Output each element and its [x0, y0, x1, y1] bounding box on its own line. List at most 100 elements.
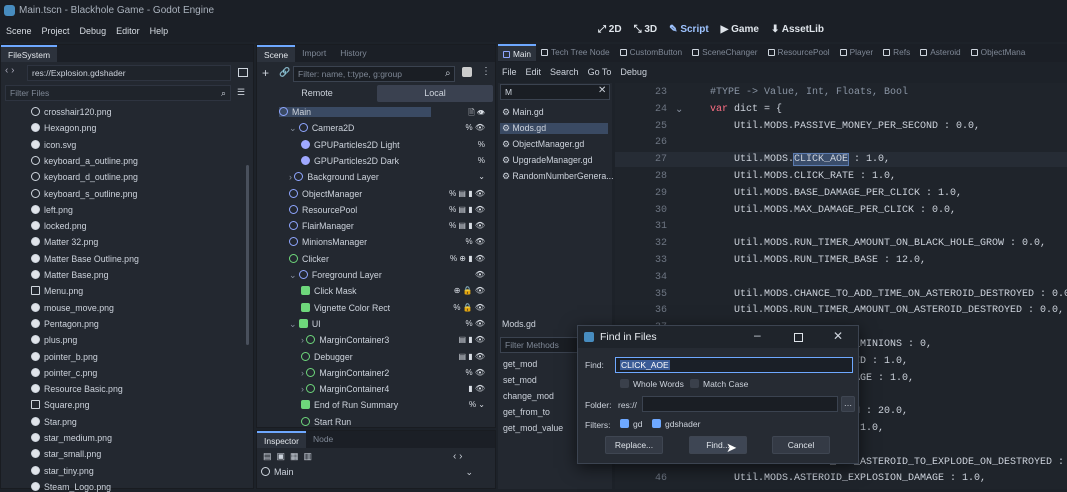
script-tab[interactable]: Player: [835, 44, 879, 61]
folder-input[interactable]: [642, 396, 838, 412]
file-item[interactable]: star_medium.png: [31, 433, 112, 443]
file-item[interactable]: Resource Basic.png: [31, 384, 123, 394]
scene-node[interactable]: Click Mask: [301, 286, 357, 296]
workspace-assetlib[interactable]: ⬇ AssetLib: [771, 24, 824, 35]
scene-node[interactable]: ⌄ Camera2D: [289, 123, 354, 134]
method-item[interactable]: set_mod: [503, 375, 537, 385]
path-field[interactable]: res://Explosion.gdshader: [27, 65, 231, 81]
file-item[interactable]: star_small.png: [31, 449, 101, 459]
script-tab[interactable]: CustomButton: [615, 44, 688, 61]
tab-node[interactable]: Node: [306, 431, 340, 448]
script-tab[interactable]: Tech Tree Node: [536, 44, 615, 61]
scene-node[interactable]: › MarginContainer3: [301, 335, 389, 345]
scene-node[interactable]: End of Run Summary: [301, 400, 398, 410]
script-tab[interactable]: Asteroid: [915, 44, 965, 61]
scene-node[interactable]: › MarginContainer4: [301, 384, 389, 394]
history-nav-icon[interactable]: ‹ ›: [453, 451, 462, 462]
script-menu-goto[interactable]: Go To: [588, 63, 612, 81]
node-status-icons[interactable]: % 👁: [417, 123, 486, 132]
file-item[interactable]: pointer_c.png: [31, 367, 97, 378]
expand-arrow-icon[interactable]: ⌄: [289, 270, 299, 280]
link-icon[interactable]: 🔗: [279, 67, 290, 78]
scrollbar[interactable]: [246, 165, 249, 345]
file-item[interactable]: Matter Base Outline.png: [31, 253, 139, 264]
workspace-script[interactable]: ✎ Script: [669, 24, 709, 35]
more-icon[interactable]: ⋮: [481, 66, 491, 77]
scene-node[interactable]: Main: [279, 107, 431, 117]
node-status-icons[interactable]: % 👁: [417, 237, 486, 246]
script-list-item[interactable]: ⚙ Main.gd: [500, 107, 608, 118]
workspace-game[interactable]: ▶ Game: [721, 24, 759, 35]
scene-node[interactable]: › MarginContainer2: [301, 367, 389, 378]
script-tab[interactable]: Refs: [878, 44, 915, 61]
scene-node[interactable]: FlairManager: [289, 221, 354, 231]
scene-node[interactable]: Debugger: [301, 351, 353, 362]
script-tab[interactable]: ObjectMana: [966, 44, 1031, 61]
workspace-2d[interactable]: ⤢ 2D: [598, 24, 622, 35]
browse-folder-button[interactable]: …: [841, 396, 855, 412]
scene-node[interactable]: GPUParticles2D Dark: [301, 155, 399, 166]
replace-button[interactable]: Replace...: [605, 436, 663, 454]
remote-button[interactable]: Remote: [259, 85, 375, 102]
node-status-icons[interactable]: % ▤ ▮ 👁: [417, 189, 485, 198]
nav-back-forward-icon[interactable]: ‹ ›: [5, 65, 14, 76]
filter-gd-checkbox[interactable]: gd: [620, 419, 642, 429]
menu-help[interactable]: Help: [150, 26, 169, 36]
node-status-icons[interactable]: % 👁: [417, 368, 486, 377]
file-item[interactable]: Pentagon.png: [31, 318, 99, 329]
scene-node[interactable]: ObjectManager: [289, 188, 362, 199]
node-status-icons[interactable]: %: [417, 140, 485, 149]
file-item[interactable]: keyboard_a_outline.png: [31, 155, 138, 166]
add-node-icon[interactable]: +: [262, 66, 269, 80]
method-item[interactable]: get_mod: [503, 359, 537, 369]
node-status-icons[interactable]: ⊕ 🔒 👁: [417, 286, 485, 295]
tab-inspector[interactable]: Inspector: [257, 431, 306, 448]
method-item[interactable]: get_mod_value: [503, 423, 563, 433]
script-tab[interactable]: Main: [498, 44, 536, 61]
node-status-icons[interactable]: ▮ 👁: [417, 384, 485, 393]
node-status-icons[interactable]: % ▤ ▮ 👁: [417, 221, 485, 230]
menu-project[interactable]: Project: [42, 26, 70, 36]
node-status-icons[interactable]: % ⌄: [417, 400, 485, 409]
file-item[interactable]: keyboard_d_outline.png: [31, 172, 138, 182]
file-item[interactable]: Matter Base.png: [31, 270, 109, 280]
file-item[interactable]: plus.png: [31, 335, 77, 345]
inspected-object[interactable]: Main ⌄: [261, 467, 475, 481]
script-tab[interactable]: ResourcePool: [763, 44, 835, 61]
file-item[interactable]: mouse_move.png: [31, 302, 114, 313]
file-item[interactable]: keyboard_s_outline.png: [31, 188, 137, 199]
fold-arrow-icon[interactable]: ⌄: [675, 104, 683, 116]
scene-node[interactable]: ⌄ UI: [289, 318, 321, 330]
scene-node[interactable]: ⌄ Foreground Layer: [289, 270, 382, 281]
find-button[interactable]: Find...: [689, 436, 747, 454]
tab-history[interactable]: History: [333, 45, 373, 62]
script-icon[interactable]: [462, 67, 472, 77]
scene-node[interactable]: › Background Layer: [289, 172, 379, 182]
inspector-toolbar-icons[interactable]: ▤▣▦▥: [263, 451, 317, 462]
find-input[interactable]: CLICK_AOE: [615, 357, 853, 373]
node-status-icons[interactable]: %: [417, 156, 485, 165]
scene-node[interactable]: MinionsManager: [289, 237, 367, 247]
script-menu-edit[interactable]: Edit: [526, 63, 542, 81]
method-item[interactable]: get_from_to: [503, 407, 550, 417]
script-menu-debug[interactable]: Debug: [620, 63, 647, 81]
node-status-icons[interactable]: % 🔒 👁: [417, 303, 485, 312]
script-tab[interactable]: SceneChanger: [687, 44, 762, 61]
script-menu-file[interactable]: File: [502, 63, 517, 81]
scene-node[interactable]: GPUParticles2D Light: [301, 139, 400, 150]
scene-node[interactable]: Vignette Color Rect: [301, 302, 390, 313]
file-item[interactable]: icon.svg: [31, 139, 76, 150]
file-item[interactable]: Hexagon.png: [31, 123, 96, 133]
script-list-item[interactable]: ⚙ RandomNumberGenera...: [500, 171, 614, 182]
tab-scene[interactable]: Scene: [257, 45, 296, 62]
file-item[interactable]: crosshair120.png: [31, 107, 111, 117]
node-status-icons[interactable]: ▤ ▮ 👁: [417, 335, 485, 344]
node-status-icons[interactable]: % ▤ ▮ 👁: [417, 205, 485, 214]
file-item[interactable]: locked.png: [31, 221, 87, 231]
scene-node[interactable]: Start Run: [301, 416, 351, 427]
minimize-icon[interactable]: –: [754, 328, 761, 342]
close-icon[interactable]: ✕: [833, 329, 843, 343]
method-item[interactable]: change_mod: [503, 391, 554, 401]
script-list-item[interactable]: ⚙ UpgradeManager.gd: [500, 155, 608, 166]
tab-import[interactable]: Import: [295, 45, 333, 62]
